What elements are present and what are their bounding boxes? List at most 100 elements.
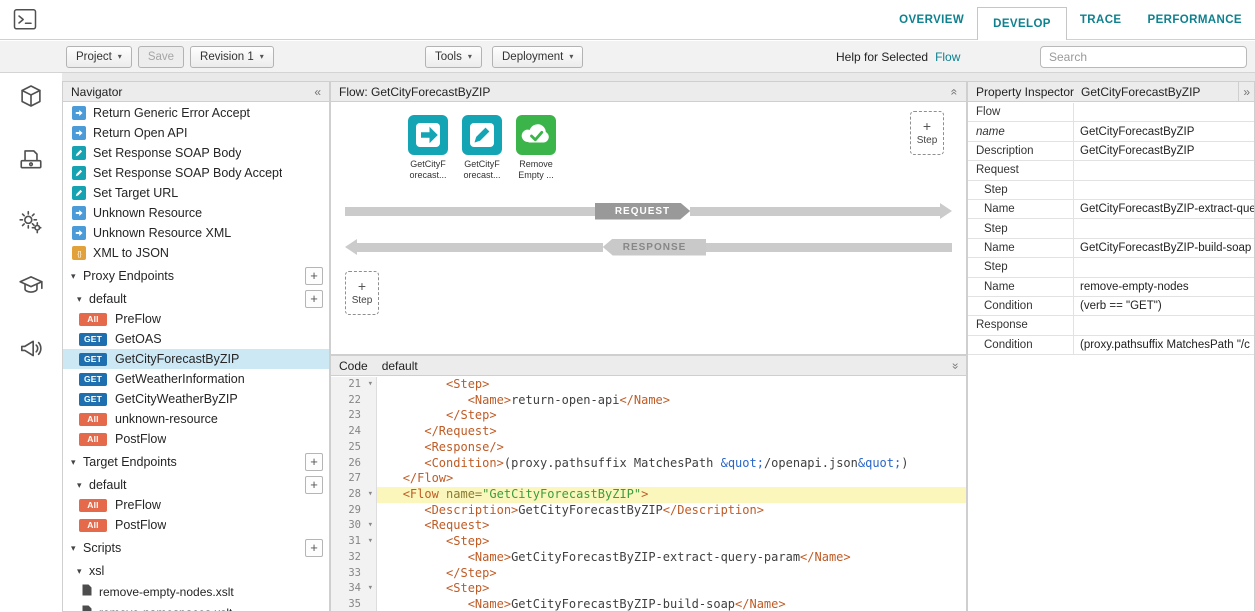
code-line-33[interactable]: 33 </Step> — [331, 566, 966, 582]
code-line-28[interactable]: 28▾ <Flow name="GetCityForecastByZIP"> — [331, 487, 966, 503]
code-line-35[interactable]: 35 <Name>GetCityForecastByZIP-build-soap… — [331, 597, 966, 611]
navigator-group-default[interactable]: ▾default+ — [63, 289, 329, 309]
fold-toggle-icon[interactable]: ▾ — [368, 377, 373, 393]
code-text[interactable]: <Flow name="GetCityForecastByZIP"> — [377, 487, 966, 503]
navigator-policy-unknown-resource-xml[interactable]: Unknown Resource XML — [63, 223, 329, 243]
inspector-row-request[interactable]: Request — [968, 161, 1254, 180]
add-button[interactable]: + — [305, 476, 323, 494]
inspector-property-value[interactable] — [1074, 316, 1254, 334]
navigator-policy-return-open-api[interactable]: Return Open API — [63, 123, 329, 143]
code-text[interactable]: <Condition>(proxy.pathsuffix MatchesPath… — [377, 456, 966, 472]
code-text[interactable]: <Step> — [377, 377, 966, 393]
inspector-row-name[interactable]: NameGetCityForecastByZIP-extract-query-p… — [968, 200, 1254, 219]
triangle-down-icon[interactable]: ▾ — [77, 294, 89, 305]
navigator-policy-set-target-url[interactable]: Set Target URL — [63, 183, 329, 203]
code-text[interactable]: </Step> — [377, 408, 966, 424]
code-line-21[interactable]: 21▾ <Step> — [331, 377, 966, 393]
triangle-down-icon[interactable]: ▾ — [77, 480, 89, 491]
code-text[interactable]: <Description>GetCityForecastByZIP</Descr… — [377, 503, 966, 519]
code-line-27[interactable]: 27 </Flow> — [331, 471, 966, 487]
project-menu-button[interactable]: Project▾ — [66, 46, 132, 68]
navigator-flow-getoas[interactable]: GETGetOAS — [63, 329, 329, 349]
code-line-31[interactable]: 31▾ <Step> — [331, 534, 966, 550]
tab-performance[interactable]: PERFORMANCE — [1135, 14, 1255, 26]
search-input[interactable] — [1040, 46, 1247, 68]
tab-overview[interactable]: OVERVIEW — [886, 14, 977, 26]
fold-toggle-icon[interactable]: ▾ — [368, 487, 373, 503]
code-line-25[interactable]: 25 <Response/> — [331, 440, 966, 456]
inspector-property-value[interactable]: (proxy.pathsuffix MatchesPath "/c — [1074, 336, 1254, 354]
code-line-24[interactable]: 24 </Request> — [331, 424, 966, 440]
triangle-down-icon[interactable]: ▾ — [71, 543, 83, 554]
navigator-file-remove-namespaces-xslt[interactable]: remove-namespaces.xslt — [63, 602, 329, 611]
code-text[interactable]: <Name>return-open-api</Name> — [377, 393, 966, 409]
collapse-inspector-icon[interactable]: » — [1238, 82, 1254, 101]
navigator-flow-unknown-resource[interactable]: Allunknown-resource — [63, 409, 329, 429]
code-text[interactable]: <Name>GetCityForecastByZIP-build-soap</N… — [377, 597, 966, 611]
inspector-row-name[interactable]: NameGetCityForecastByZIP-build-soap — [968, 239, 1254, 258]
terminal-icon[interactable] — [13, 8, 37, 36]
code-line-34[interactable]: 34▾ <Step> — [331, 581, 966, 597]
help-flow-link[interactable]: Flow — [935, 50, 960, 64]
package-icon[interactable] — [18, 83, 44, 114]
navigator-flow-getcityforecastbyzip[interactable]: GETGetCityForecastByZIP — [63, 349, 329, 369]
code-text[interactable]: </Step> — [377, 566, 966, 582]
navigator-section-scripts[interactable]: ▾Scripts+ — [63, 535, 329, 561]
inspector-row-flow[interactable]: Flow — [968, 103, 1254, 122]
inspector-property-value[interactable]: GetCityForecastByZIP-build-soap — [1074, 239, 1254, 257]
inspector-property-value[interactable] — [1074, 181, 1254, 199]
fold-toggle-icon[interactable]: ▾ — [368, 534, 373, 550]
triangle-down-icon[interactable]: ▾ — [71, 271, 83, 282]
inspector-property-value[interactable]: (verb == "GET") — [1074, 297, 1254, 315]
add-step-button[interactable]: + Step — [345, 271, 379, 315]
fold-toggle-icon[interactable]: ▾ — [368, 581, 373, 597]
add-button[interactable]: + — [305, 267, 323, 285]
inspector-property-value[interactable] — [1074, 258, 1254, 276]
code-text[interactable]: <Response/> — [377, 440, 966, 456]
inspector-row-description[interactable]: DescriptionGetCityForecastByZIP — [968, 142, 1254, 161]
navigator-flow-preflow[interactable]: AllPreFlow — [63, 495, 329, 515]
navigator-group-xsl[interactable]: ▾xsl — [63, 561, 329, 581]
inspector-row-response[interactable]: Response — [968, 316, 1254, 335]
add-button[interactable]: + — [305, 290, 323, 308]
code-line-29[interactable]: 29 <Description>GetCityForecastByZIP</De… — [331, 503, 966, 519]
inspector-property-value[interactable] — [1074, 103, 1254, 121]
navigator-policy-unknown-resource[interactable]: Unknown Resource — [63, 203, 329, 223]
megaphone-icon[interactable] — [18, 335, 44, 366]
inspector-property-value[interactable]: GetCityForecastByZIP-extract-query-param — [1074, 200, 1254, 218]
inspector-row-step[interactable]: Step — [968, 181, 1254, 200]
inspector-row-condition[interactable]: Condition(proxy.pathsuffix MatchesPath "… — [968, 336, 1254, 355]
flow-step-1[interactable]: GetCityF orecast... — [401, 115, 455, 180]
add-step-button[interactable]: + Step — [910, 111, 944, 155]
collapse-navigator-icon[interactable]: « — [314, 86, 321, 98]
code-text[interactable]: <Step> — [377, 581, 966, 597]
machine-icon[interactable] — [18, 146, 44, 177]
add-button[interactable]: + — [305, 453, 323, 471]
inspector-row-name[interactable]: Nameremove-empty-nodes — [968, 278, 1254, 297]
code-line-22[interactable]: 22 <Name>return-open-api</Name> — [331, 393, 966, 409]
code-line-30[interactable]: 30▾ <Request> — [331, 518, 966, 534]
inspector-property-value[interactable] — [1074, 219, 1254, 237]
flow-step-2[interactable]: GetCityF orecast... — [455, 115, 509, 180]
triangle-down-icon[interactable]: ▾ — [77, 566, 89, 577]
expand-code-panel-icon[interactable]: « — [949, 362, 961, 369]
code-text[interactable]: </Flow> — [377, 471, 966, 487]
navigator-flow-getweatherinformation[interactable]: GETGetWeatherInformation — [63, 369, 329, 389]
inspector-property-value[interactable]: remove-empty-nodes — [1074, 278, 1254, 296]
code-text[interactable]: <Request> — [377, 518, 966, 534]
navigator-flow-preflow[interactable]: AllPreFlow — [63, 309, 329, 329]
inspector-row-condition[interactable]: Condition(verb == "GET") — [968, 297, 1254, 316]
navigator-policy-return-generic-error-accept[interactable]: Return Generic Error Accept — [63, 103, 329, 123]
navigator-group-default[interactable]: ▾default+ — [63, 475, 329, 495]
navigator-file-remove-empty-nodes-xslt[interactable]: remove-empty-nodes.xslt — [63, 581, 329, 602]
navigator-section-proxy-endpoints[interactable]: ▾Proxy Endpoints+ — [63, 263, 329, 289]
code-line-26[interactable]: 26 <Condition>(proxy.pathsuffix MatchesP… — [331, 456, 966, 472]
gears-icon[interactable] — [18, 209, 44, 240]
inspector-row-step[interactable]: Step — [968, 258, 1254, 277]
tab-trace[interactable]: TRACE — [1067, 14, 1135, 26]
inspector-row-name[interactable]: nameGetCityForecastByZIP — [968, 122, 1254, 141]
collapse-flow-panel-icon[interactable]: « — [949, 88, 961, 95]
deployment-menu-button[interactable]: Deployment▾ — [492, 46, 583, 68]
fold-toggle-icon[interactable]: ▾ — [368, 518, 373, 534]
revision-menu-button[interactable]: Revision 1▾ — [190, 46, 274, 68]
